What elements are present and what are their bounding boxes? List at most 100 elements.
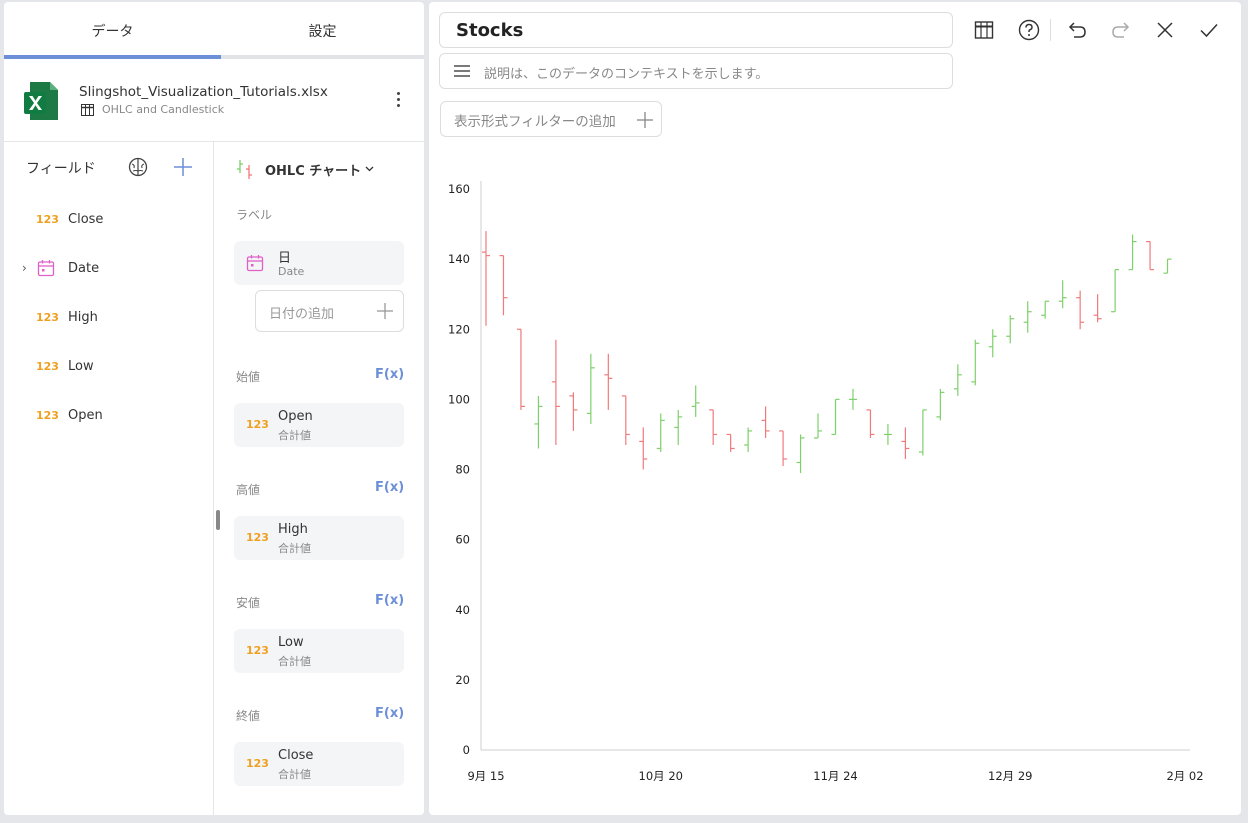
number-type-icon: 123 xyxy=(36,212,59,226)
high-formula-button[interactable]: F(x) xyxy=(375,480,404,495)
close-formula-button[interactable]: F(x) xyxy=(375,706,404,721)
calendar-icon xyxy=(246,255,264,272)
low-value-pill[interactable]: 123 Low 合計値 xyxy=(234,629,404,673)
add-field-icon[interactable] xyxy=(172,156,194,178)
y-tick-label: 140 xyxy=(448,252,470,266)
ohlc-bar xyxy=(551,339,560,445)
high-value-pill[interactable]: 123 High 合計値 xyxy=(234,516,404,560)
plus-icon xyxy=(377,303,393,319)
ohlc-bar xyxy=(499,255,508,316)
pill-title: High xyxy=(278,522,308,537)
ohlc-bar xyxy=(674,409,683,445)
sheet-name: OHLC and Candlestick xyxy=(102,103,225,116)
ohlc-bar xyxy=(814,413,823,439)
ohlc-bar xyxy=(1041,300,1050,319)
field-item-open[interactable]: 123 Open xyxy=(4,395,214,435)
field-label: Date xyxy=(68,260,100,276)
low-section-title: 安値 xyxy=(236,596,261,610)
chevron-down-icon xyxy=(365,166,374,172)
pill-subtitle: 合計値 xyxy=(278,429,311,442)
x-tick-label: 2月 02 xyxy=(1166,769,1203,783)
visualization-config: OHLC チャート ラベル 日 Date 日付の追加 始値 F(x) 123 O… xyxy=(215,142,424,815)
y-tick-label: 80 xyxy=(455,463,470,477)
filter-button-label: 表示形式フィルターの追加 xyxy=(454,114,616,130)
field-item-low[interactable]: 123 Low xyxy=(4,346,214,386)
label-section-title: ラベル xyxy=(236,208,273,222)
field-item-high[interactable]: 123 High xyxy=(4,297,214,337)
field-item-date[interactable]: › Date xyxy=(4,248,214,288)
field-label: Close xyxy=(68,211,104,227)
table-icon xyxy=(81,103,94,116)
table-view-icon[interactable] xyxy=(972,18,996,42)
ohlc-bar xyxy=(604,353,613,410)
close-section-title: 終値 xyxy=(236,709,261,723)
tab-active-indicator xyxy=(4,55,221,59)
open-section-title: 始値 xyxy=(236,370,261,384)
confirm-check-icon[interactable] xyxy=(1197,18,1221,42)
number-type-icon: 123 xyxy=(36,359,59,373)
ohlc-chart-icon xyxy=(237,160,252,179)
ohlc-bar xyxy=(1076,290,1085,330)
ohlc-bar xyxy=(569,392,578,431)
calendar-icon xyxy=(37,260,55,277)
undo-icon[interactable] xyxy=(1065,18,1089,42)
brain-icon[interactable] xyxy=(128,157,148,177)
sheet-row: OHLC and Candlestick xyxy=(81,103,224,116)
ohlc-bar xyxy=(1146,240,1155,271)
visualization-title-input[interactable]: Stocks xyxy=(439,12,953,48)
y-tick-label: 40 xyxy=(455,603,470,617)
ohlc-bar xyxy=(971,339,980,386)
add-date-button[interactable]: 日付の追加 xyxy=(255,290,404,332)
description-input[interactable]: 説明は、このデータのコンテキストを示します。 xyxy=(439,53,953,89)
pill-title: Low xyxy=(278,635,304,650)
open-value-pill[interactable]: 123 Open 合計値 xyxy=(234,403,404,447)
tab-data[interactable]: データ xyxy=(4,2,221,60)
tab-settings[interactable]: 設定 xyxy=(221,2,424,60)
redo-icon[interactable] xyxy=(1109,18,1133,42)
y-tick-label: 60 xyxy=(455,533,470,547)
data-source-header: Slingshot_Visualization_Tutorials.xlsx O… xyxy=(4,60,424,142)
pill-title: 日 xyxy=(278,251,292,266)
close-value-pill[interactable]: 123 Close 合計値 xyxy=(234,742,404,786)
ohlc-bar xyxy=(883,423,892,445)
ohlc-bar xyxy=(1058,280,1067,309)
open-formula-button[interactable]: F(x) xyxy=(375,367,404,382)
ohlc-bar xyxy=(656,413,665,452)
ohlc-bar xyxy=(988,329,997,358)
pill-subtitle: 合計値 xyxy=(278,655,311,668)
y-tick-label: 0 xyxy=(463,743,470,757)
help-icon[interactable] xyxy=(1017,18,1041,42)
ohlc-bar xyxy=(1128,234,1137,271)
low-formula-button[interactable]: F(x) xyxy=(375,593,404,608)
number-type-icon: 123 xyxy=(246,418,269,431)
ohlc-bar xyxy=(918,409,927,456)
ohlc-bar xyxy=(796,434,805,474)
add-visualization-filter-button[interactable]: 表示形式フィルターの追加 xyxy=(440,101,662,137)
pill-title: Close xyxy=(278,748,314,763)
chart-type-selector[interactable]: OHLC チャート xyxy=(235,158,374,180)
ohlc-bar xyxy=(1163,258,1172,274)
y-tick-label: 160 xyxy=(448,182,470,196)
y-tick-label: 120 xyxy=(448,322,470,336)
label-date-pill[interactable]: 日 Date xyxy=(234,241,404,285)
ohlc-bar xyxy=(779,430,788,466)
field-label: High xyxy=(68,309,98,325)
ohlc-bar xyxy=(831,398,840,436)
chevron-right-icon[interactable]: › xyxy=(22,261,27,275)
ohlc-bar xyxy=(691,385,700,417)
ohlc-bar xyxy=(482,231,490,326)
tab-inactive-indicator xyxy=(221,55,424,59)
ohlc-bar xyxy=(709,409,718,445)
ohlc-bar xyxy=(1023,301,1032,333)
close-icon[interactable] xyxy=(1153,18,1177,42)
field-label: Open xyxy=(68,407,103,423)
field-item-close[interactable]: 123 Close xyxy=(4,199,214,239)
chart-type-label: OHLC チャート xyxy=(265,163,362,179)
ohlc-bar xyxy=(1111,269,1120,313)
x-tick-label: 12月 29 xyxy=(988,769,1032,783)
ohlc-bar xyxy=(1093,294,1102,323)
ohlc-bar xyxy=(1006,315,1015,344)
ohlc-bar xyxy=(516,328,525,410)
number-type-icon: 123 xyxy=(246,531,269,544)
more-options-icon[interactable] xyxy=(390,88,406,110)
